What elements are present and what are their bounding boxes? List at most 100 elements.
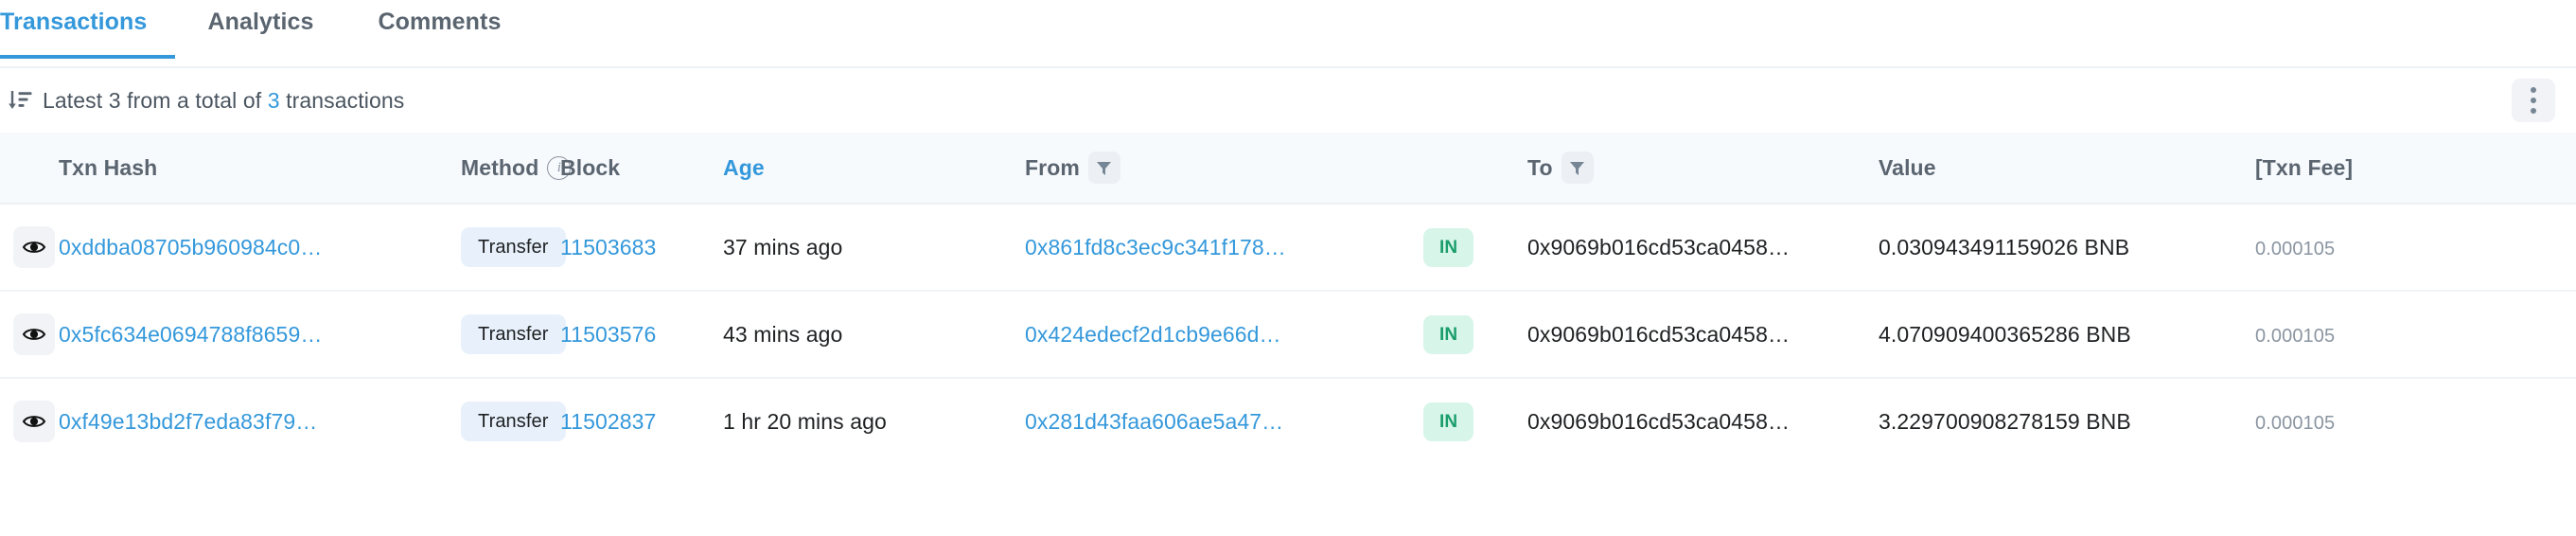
age-text: 37 mins ago: [723, 234, 843, 259]
txn-hash-link[interactable]: 0xf49e13bd2f7eda83f79…: [59, 409, 317, 434]
table-row: 0xddba08705b960984c0… Transfer 11503683 …: [0, 204, 2576, 291]
transaction-count-summary: Latest 3 from a total of 3 transactions: [43, 88, 404, 114]
cell-from: 0x861fd8c3ec9c341f178…: [1025, 204, 1423, 291]
cell-direction: IN: [1423, 291, 1527, 378]
cell-preview: [0, 378, 59, 464]
txn-fee-text: 0.000105: [2255, 412, 2336, 434]
cell-direction: IN: [1423, 204, 1527, 291]
funnel-icon: [1570, 161, 1585, 175]
cell-from: 0x424edecf2d1cb9e66d…: [1025, 291, 1423, 378]
preview-eye-button[interactable]: [13, 313, 55, 355]
cell-txn-fee: 0.000105: [2255, 378, 2576, 464]
to-address-text: 0x9069b016cd53ca0458…: [1527, 234, 1791, 259]
cell-preview: [0, 291, 59, 378]
cell-value: 3.229700908278159 BNB: [1879, 378, 2255, 464]
preview-eye-button[interactable]: [13, 401, 55, 442]
funnel-icon: [1097, 161, 1112, 175]
age-text: 1 hr 20 mins ago: [723, 408, 887, 434]
cell-value: 4.070909400365286 BNB: [1879, 291, 2255, 378]
cell-txn-hash: 0xf49e13bd2f7eda83f79…: [59, 378, 461, 464]
cell-txn-hash: 0xddba08705b960984c0…: [59, 204, 461, 291]
column-header-to: To: [1527, 133, 1879, 205]
eye-icon: [22, 329, 46, 340]
direction-badge: IN: [1423, 227, 1474, 267]
direction-badge: IN: [1423, 314, 1474, 354]
tab-comments[interactable]: Comments: [346, 0, 534, 59]
column-header-txn-hash-label: Txn Hash: [59, 154, 158, 180]
kebab-dot: [2531, 108, 2536, 114]
method-badge: Transfer: [461, 402, 566, 441]
column-header-direction: [1423, 133, 1527, 205]
cell-age: 1 hr 20 mins ago: [723, 378, 1025, 464]
summary-total-count[interactable]: 3: [268, 88, 280, 113]
column-header-from-label: From: [1025, 154, 1080, 180]
preview-eye-button[interactable]: [13, 226, 55, 268]
value-text: 4.070909400365286 BNB: [1879, 321, 2131, 347]
eye-icon: [22, 416, 46, 427]
from-address-link[interactable]: 0x281d43faa606ae5a47…: [1025, 409, 1283, 434]
column-header-value-label: Value: [1879, 154, 1936, 180]
tab-bar: Transactions Analytics Comments: [0, 0, 2576, 68]
block-link[interactable]: 11502837: [560, 409, 656, 434]
column-header-block: Block: [560, 133, 723, 205]
tab-transactions-label: Transactions: [0, 9, 148, 35]
cell-method: Transfer: [461, 291, 566, 378]
kebab-dot: [2531, 87, 2536, 93]
tab-analytics[interactable]: Analytics: [175, 0, 345, 59]
summary-prefix: Latest 3 from a total of: [43, 87, 268, 113]
method-badge: Transfer: [461, 314, 566, 354]
cell-txn-fee: 0.000105: [2255, 204, 2576, 291]
method-badge: Transfer: [461, 227, 566, 267]
cell-preview: [0, 204, 59, 291]
column-header-method: Method i: [461, 133, 572, 205]
cell-age: 43 mins ago: [723, 291, 1025, 378]
cell-block: 11503576: [560, 291, 723, 378]
column-header-value: Value: [1879, 133, 2255, 205]
column-header-age[interactable]: Age: [723, 133, 1025, 205]
column-header-from: From: [1025, 133, 1423, 205]
txn-hash-link[interactable]: 0xddba08705b960984c0…: [59, 235, 322, 259]
cell-block: 11502837: [560, 378, 723, 464]
cell-to: 0x9069b016cd53ca0458…: [1527, 204, 1879, 291]
kebab-menu-button[interactable]: [2512, 79, 2555, 122]
from-address-link[interactable]: 0x861fd8c3ec9c341f178…: [1025, 235, 1286, 259]
cell-method: Transfer: [461, 204, 566, 291]
sort-descending-icon[interactable]: [8, 89, 32, 112]
summary-suffix: transactions: [279, 87, 405, 113]
table-row: 0x5fc634e0694788f8659… Transfer 11503576…: [0, 291, 2576, 378]
age-text: 43 mins ago: [723, 321, 843, 347]
kebab-dot: [2531, 98, 2536, 103]
filter-icon-from[interactable]: [1087, 152, 1120, 184]
tab-transactions[interactable]: Transactions: [0, 0, 176, 59]
table-row: 0xf49e13bd2f7eda83f79… Transfer 11502837…: [0, 378, 2576, 464]
direction-badge: IN: [1423, 402, 1474, 441]
column-header-age-label: Age: [723, 154, 765, 180]
cell-to: 0x9069b016cd53ca0458…: [1527, 378, 1879, 464]
toolbar-summary: Latest 3 from a total of 3 transactions: [8, 88, 404, 114]
table-toolbar: Latest 3 from a total of 3 transactions: [0, 68, 2576, 133]
txn-hash-link[interactable]: 0x5fc634e0694788f8659…: [59, 322, 322, 347]
column-header-txn-hash: Txn Hash: [59, 133, 461, 205]
eye-icon: [22, 241, 46, 253]
block-link[interactable]: 11503683: [560, 235, 656, 259]
cell-txn-fee: 0.000105: [2255, 291, 2576, 378]
column-header-txn-fee-label: [Txn Fee]: [2255, 154, 2354, 180]
cell-direction: IN: [1423, 378, 1527, 464]
table-header-row: Txn Hash Method i Block Age From To Valu…: [0, 133, 2576, 205]
cell-method: Transfer: [461, 378, 566, 464]
cell-to: 0x9069b016cd53ca0458…: [1527, 291, 1879, 378]
filter-icon-to[interactable]: [1561, 152, 1594, 184]
to-address-text: 0x9069b016cd53ca0458…: [1527, 321, 1791, 347]
table-body: 0xddba08705b960984c0… Transfer 11503683 …: [0, 204, 2576, 464]
block-link[interactable]: 11503576: [560, 322, 656, 347]
to-address-text: 0x9069b016cd53ca0458…: [1527, 408, 1791, 434]
column-header-block-label: Block: [560, 154, 621, 180]
transactions-panel: Transactions Analytics Comments Latest 3…: [0, 0, 2576, 536]
cell-from: 0x281d43faa606ae5a47…: [1025, 378, 1423, 464]
cell-value: 0.030943491159026 BNB: [1879, 204, 2255, 291]
txn-fee-text: 0.000105: [2255, 238, 2336, 259]
from-address-link[interactable]: 0x424edecf2d1cb9e66d…: [1025, 322, 1281, 347]
column-header-preview: [0, 133, 59, 205]
cell-txn-hash: 0x5fc634e0694788f8659…: [59, 291, 461, 378]
txn-fee-text: 0.000105: [2255, 325, 2336, 347]
